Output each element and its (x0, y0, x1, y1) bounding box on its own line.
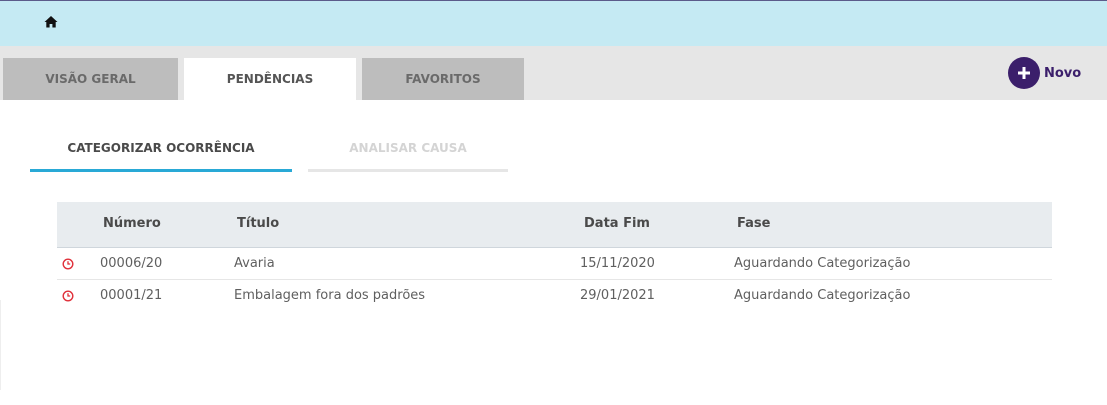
clock-icon (62, 290, 74, 302)
column-header-fase[interactable]: Fase (737, 216, 770, 231)
column-header-titulo[interactable]: Título (237, 216, 279, 231)
row-titulo: Avaria (234, 256, 275, 271)
divider (0, 300, 1, 390)
table-row[interactable]: 00006/20 Avaria 15/11/2020 Aguardando Ca… (57, 248, 1052, 280)
subtab-categorizar-ocorrencia[interactable]: CATEGORIZAR OCORRÊNCIA (30, 135, 292, 172)
main-tab-bar: VISÃO GERAL PENDÊNCIAS FAVORITOS (0, 46, 1107, 100)
table-header: Número Título Data Fim Fase (57, 202, 1052, 248)
plus-icon (1008, 57, 1040, 89)
tab-pendencias[interactable]: PENDÊNCIAS (184, 58, 356, 100)
row-data-fim: 15/11/2020 (580, 256, 655, 271)
column-header-numero[interactable]: Número (103, 216, 161, 231)
table-row[interactable]: 00001/21 Embalagem fora dos padrões 29/0… (57, 280, 1052, 311)
tab-visao-geral[interactable]: VISÃO GERAL (3, 58, 178, 100)
home-icon[interactable] (44, 15, 58, 29)
row-numero: 00001/21 (100, 288, 163, 303)
row-fase: Aguardando Categorização (734, 256, 911, 271)
subtab-analisar-causa[interactable]: ANALISAR CAUSA (308, 135, 508, 172)
clock-icon (62, 258, 74, 270)
row-data-fim: 29/01/2021 (580, 288, 655, 303)
row-titulo: Embalagem fora dos padrões (234, 288, 426, 303)
row-fase: Aguardando Categorização (734, 288, 911, 303)
tab-favoritos[interactable]: FAVORITOS (362, 58, 524, 100)
new-button[interactable]: Novo (1008, 57, 1081, 89)
top-bar (0, 0, 1107, 46)
row-numero: 00006/20 (100, 256, 163, 271)
new-button-label: Novo (1044, 65, 1082, 81)
pending-table: Número Título Data Fim Fase 00006/20 Ava… (57, 202, 1052, 311)
column-header-data-fim[interactable]: Data Fim (584, 216, 650, 231)
